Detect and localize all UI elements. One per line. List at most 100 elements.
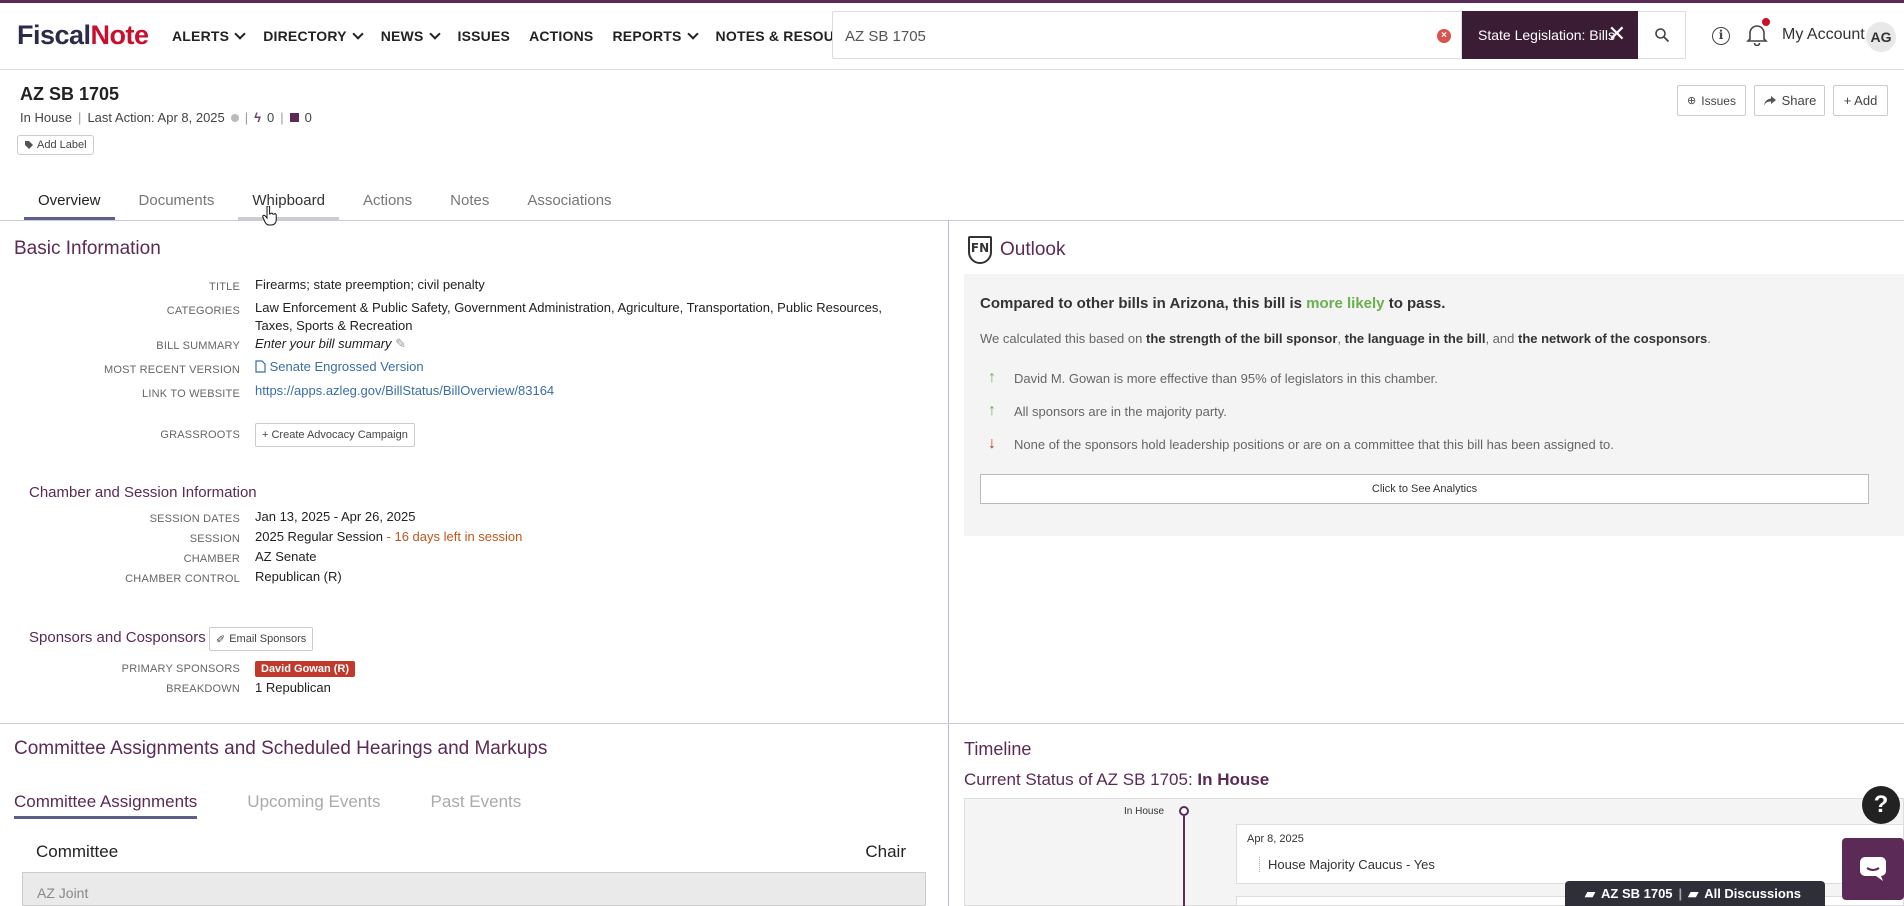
nav-directory[interactable]: DIRECTORY bbox=[263, 27, 364, 44]
summary-label: BILL SUMMARY bbox=[156, 340, 240, 352]
chamber-control-label: CHAMBER CONTROL bbox=[125, 573, 240, 585]
bill-status: In House bbox=[20, 110, 73, 125]
title-label: TITLE bbox=[209, 281, 240, 293]
breakdown-label: BREAKDOWN bbox=[166, 683, 240, 695]
session-dates-label: SESSION DATES bbox=[149, 513, 240, 525]
breakdown-value: 1 Republican bbox=[255, 680, 331, 695]
grassroots-label: GRASSROOTS bbox=[160, 429, 240, 441]
timeline-event-card: Apr 8, 2025 House Majority Caucus - Yes bbox=[1236, 824, 1904, 884]
search-scope-chip[interactable]: State Legislation: Bills ✕ bbox=[1462, 11, 1638, 59]
chamber-label: CHAMBER bbox=[183, 553, 240, 565]
outlook-reason: ↑ David M. Gowan is more effective than 9… bbox=[988, 369, 1438, 386]
pencil-icon[interactable]: ✎ bbox=[395, 336, 406, 351]
chevron-down-icon bbox=[428, 27, 441, 40]
chamber-value: AZ Senate bbox=[255, 549, 317, 564]
summary-field[interactable]: Enter your bill summary ✎ bbox=[255, 335, 406, 353]
chat-icon: ▰ bbox=[1688, 885, 1699, 901]
committee-table-header: Committee Chair bbox=[36, 842, 906, 862]
timeline-dot bbox=[1179, 806, 1189, 816]
nav-issues[interactable]: ISSUES bbox=[458, 28, 511, 44]
add-button[interactable]: + Add bbox=[1833, 85, 1888, 116]
chamber-control-value: Republican (R) bbox=[255, 569, 342, 584]
chat-icon bbox=[1860, 857, 1886, 881]
notification-dot bbox=[1762, 18, 1770, 26]
table-row[interactable]: AZ Joint bbox=[22, 872, 926, 906]
create-campaign-button[interactable]: + Create Advocacy Campaign bbox=[255, 423, 415, 447]
event-text: House Majority Caucus - Yes bbox=[1259, 857, 1435, 872]
outlook-headline: Compared to other bills in Arizona, this… bbox=[980, 295, 1446, 312]
tab-upcoming-events[interactable]: Upcoming Events bbox=[247, 792, 380, 819]
website-link[interactable]: https://apps.azleg.gov/BillStatus/BillOv… bbox=[255, 382, 554, 400]
outlook-reason: ↑ All sponsors are in the majority party. bbox=[988, 402, 1227, 419]
arrow-down-icon: ↓ bbox=[988, 435, 996, 452]
outlook-reason: ↓ None of the sponsors hold leadership po… bbox=[988, 435, 1614, 452]
tab-whipboard[interactable]: Whipboard bbox=[238, 192, 339, 221]
add-label-button[interactable]: Add Label bbox=[17, 135, 94, 155]
close-icon[interactable]: ✕ bbox=[1608, 23, 1626, 45]
divider bbox=[0, 723, 1904, 724]
tab-past-events[interactable]: Past Events bbox=[431, 792, 522, 819]
my-account-link[interactable]: My Account bbox=[1782, 26, 1865, 44]
website-label: LINK TO WEBSITE bbox=[142, 388, 240, 400]
email-sponsors-button[interactable]: ✐ Email Sponsors bbox=[209, 627, 314, 651]
col-chair: Chair bbox=[865, 842, 906, 861]
tab-documents[interactable]: Documents bbox=[125, 192, 229, 221]
session-dates-value: Jan 13, 2025 - Apr 26, 2025 bbox=[255, 509, 416, 524]
nav-news[interactable]: NEWS bbox=[381, 27, 441, 44]
col-committee: Committee bbox=[36, 842, 119, 861]
avatar[interactable]: AG bbox=[1866, 22, 1896, 52]
nav-alerts[interactable]: ALERTS bbox=[172, 27, 246, 44]
categories-label: CATEGORIES bbox=[166, 305, 240, 317]
timeline-title: Timeline bbox=[964, 739, 1032, 759]
note-icon bbox=[289, 113, 299, 122]
document-icon bbox=[255, 360, 266, 373]
bill-meta: In House | Last Action: Apr 8, 2025 | ϟ … bbox=[20, 110, 312, 125]
outlook-title: Outlook bbox=[1000, 239, 1066, 260]
committee-tabs: Committee Assignments Upcoming Events Pa… bbox=[14, 792, 571, 819]
tab-notes[interactable]: Notes bbox=[436, 192, 503, 221]
categories-value: Law Enforcement & Public Safety, Governm… bbox=[255, 300, 882, 333]
tab-actions[interactable]: Actions bbox=[349, 192, 426, 221]
plus-circle-icon: ⊕ bbox=[1687, 95, 1697, 107]
issues-button[interactable]: ⊕ Issues bbox=[1677, 85, 1746, 116]
sponsor-badge[interactable]: David Gowan (R) bbox=[255, 661, 356, 677]
timeline-stage-label: In House bbox=[1124, 806, 1165, 817]
tag-icon bbox=[25, 141, 33, 149]
session-value: 2025 Regular Session - 16 days left in s… bbox=[255, 529, 523, 544]
outlook-explanation: We calculated this based on the strength… bbox=[980, 331, 1711, 346]
notes-count: 0 bbox=[304, 110, 312, 125]
current-status: Current Status of AZ SB 1705: In House bbox=[964, 770, 1270, 789]
version-label: MOST RECENT VERSION bbox=[103, 364, 240, 376]
fiscalnote-logo[interactable]: FiscalNote bbox=[17, 20, 149, 51]
share-button[interactable]: Share bbox=[1754, 85, 1825, 116]
chat-icon: ▰ bbox=[1585, 885, 1595, 901]
chat-launcher-button[interactable] bbox=[1842, 838, 1904, 900]
actions-count: 0 bbox=[267, 110, 275, 125]
info-icon[interactable]: i bbox=[1712, 27, 1730, 45]
arrow-up-icon: ↑ bbox=[988, 369, 996, 386]
discussions-bar[interactable]: ▰ AZ SB 1705 | ▰ All Discussions bbox=[1565, 881, 1825, 906]
sponsors-title: Sponsors and Cosponsors bbox=[29, 629, 206, 646]
session-label: SESSION bbox=[189, 533, 240, 545]
tab-committee-assignments[interactable]: Committee Assignments bbox=[14, 792, 198, 819]
version-link[interactable]: Senate Engrossed Version bbox=[255, 358, 424, 376]
send-icon: ✐ bbox=[216, 633, 226, 646]
chevron-down-icon bbox=[234, 27, 246, 40]
tab-overview[interactable]: Overview bbox=[24, 192, 115, 221]
divider bbox=[948, 220, 949, 906]
see-analytics-button[interactable]: Click to See Analytics bbox=[980, 474, 1869, 504]
search-button[interactable] bbox=[1638, 11, 1686, 59]
days-left: - 16 days left in session bbox=[382, 529, 523, 544]
tab-associations[interactable]: Associations bbox=[513, 192, 625, 221]
help-button[interactable]: ? bbox=[1862, 786, 1900, 824]
committee-title: Committee Assignments and Scheduled Hear… bbox=[14, 738, 548, 759]
bill-tabs: Overview Documents Whipboard Actions Not… bbox=[24, 192, 636, 221]
fn-logo-icon: FN bbox=[968, 236, 992, 264]
info-dot-icon[interactable] bbox=[230, 113, 239, 122]
search-input[interactable] bbox=[845, 24, 1405, 48]
nav-actions[interactable]: ACTIONS bbox=[529, 28, 593, 44]
clear-search-icon[interactable]: × bbox=[1437, 29, 1451, 43]
chevron-down-icon bbox=[352, 27, 364, 40]
search-scope-label: State Legislation: Bills bbox=[1478, 27, 1615, 43]
nav-reports[interactable]: REPORTS bbox=[612, 27, 699, 44]
